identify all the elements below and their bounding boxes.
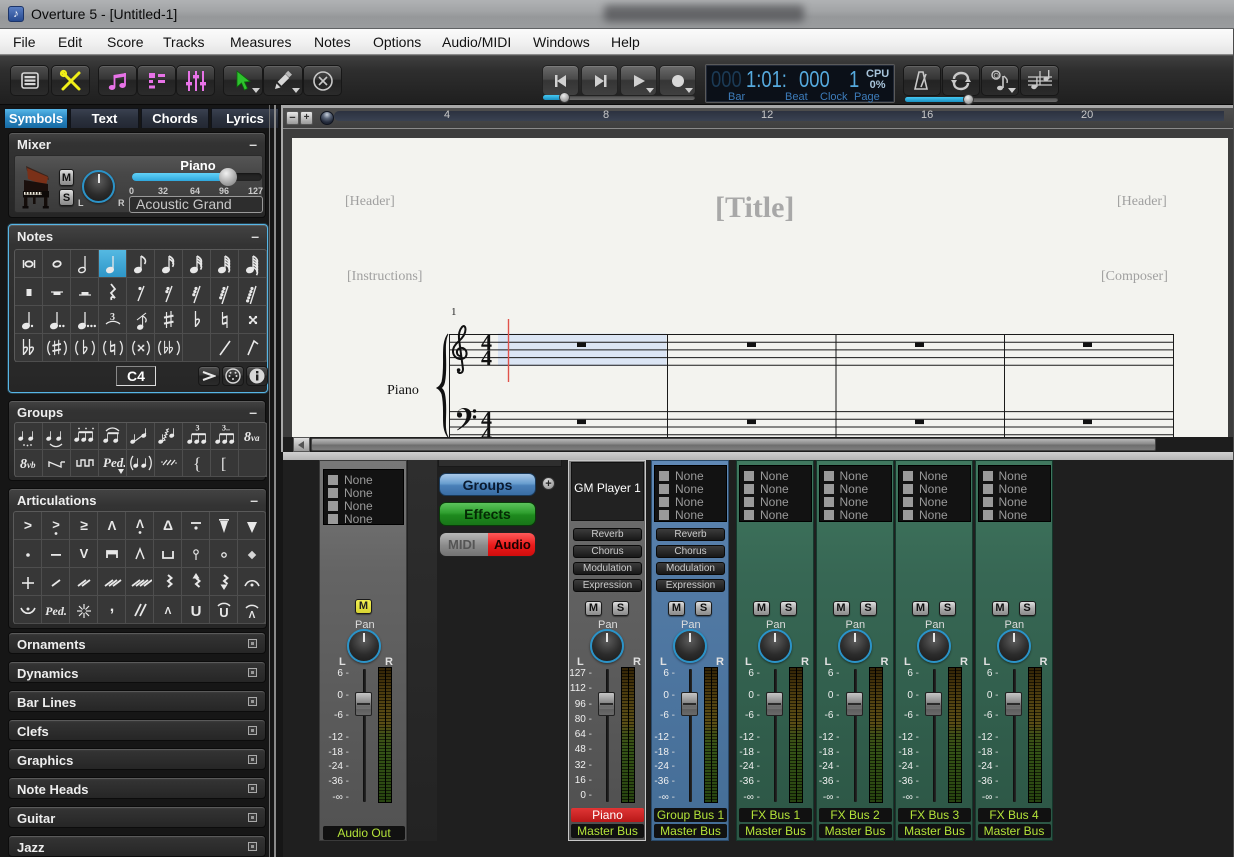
svg-text:4: 4 — [481, 345, 492, 370]
svg-text:>: > — [23, 517, 31, 533]
svg-text:8va: 8va — [244, 430, 260, 445]
svg-text:Ped.: Ped. — [103, 455, 125, 470]
svg-text:Λ: Λ — [248, 610, 255, 621]
svg-text:{: { — [193, 454, 201, 473]
svg-text:Λ: Λ — [135, 517, 143, 531]
svg-text:Δ: Δ — [162, 517, 172, 533]
svg-text:Ped.: Ped. — [45, 604, 67, 618]
svg-text:8vb: 8vb — [20, 457, 36, 472]
svg-text:V: V — [79, 546, 88, 561]
svg-text:[: [ — [221, 456, 226, 473]
svg-text:,: , — [109, 598, 113, 615]
svg-text:≥: ≥ — [80, 517, 88, 533]
svg-text:3: 3 — [195, 424, 199, 433]
svg-text:4: 4 — [481, 422, 492, 438]
svg-text:Q: Q — [994, 73, 1000, 80]
svg-text:>: > — [52, 517, 60, 532]
svg-text:3..: 3.. — [222, 424, 230, 433]
svg-text:Λ: Λ — [107, 518, 116, 533]
svg-text:U: U — [219, 605, 228, 620]
svg-text:U: U — [190, 603, 201, 620]
svg-text:Λ: Λ — [164, 606, 171, 617]
